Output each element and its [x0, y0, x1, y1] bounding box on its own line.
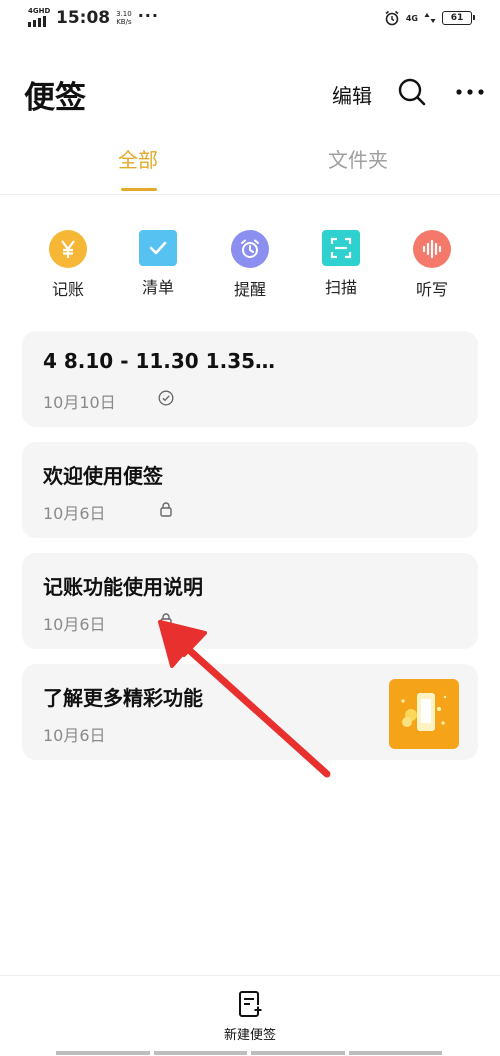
alarm-icon: [385, 10, 399, 26]
note-card[interactable]: 了解更多精彩功能 10月6日: [22, 664, 478, 760]
lock-icon: [160, 502, 172, 517]
note-title: 欢迎使用便签: [43, 464, 163, 488]
tab-folders[interactable]: 文件夹: [328, 144, 388, 173]
note-date: 10月10日: [43, 393, 116, 412]
network-speed-value: 3.10: [116, 10, 132, 18]
status-left: 4GHD 15:08 3.10 KB/s ···: [28, 5, 159, 28]
more-options-icon[interactable]: [454, 76, 486, 108]
mobile-data-arrows-icon: [424, 13, 436, 23]
quick-action-label: 提醒: [233, 280, 266, 299]
quick-action-label: 清单: [141, 278, 174, 297]
quick-action-label: 记账: [51, 280, 84, 299]
notification-more-icon: ···: [137, 5, 159, 25]
network-label: 4GHD: [28, 7, 51, 15]
note-title: 4 8.10 - 11.30 1.35…: [43, 349, 276, 373]
note-title: 记账功能使用说明: [43, 575, 203, 599]
quick-action-bookkeeping[interactable]: 记账: [28, 230, 108, 300]
note-title: 了解更多精彩功能: [43, 686, 203, 710]
alarm-clock-icon: [231, 230, 269, 268]
quick-action-label: 听写: [415, 280, 448, 299]
tab-all[interactable]: 全部: [118, 144, 158, 173]
bottom-bar: 新建便签: [0, 975, 500, 1056]
check-circle-icon: [158, 390, 174, 406]
checklist-icon: [139, 230, 177, 266]
home-indicator: [56, 1051, 442, 1055]
status-bar: 4GHD 15:08 3.10 KB/s ··· 4G 61: [0, 0, 500, 40]
status-time: 15:08: [56, 8, 111, 28]
edit-button[interactable]: 编辑: [332, 80, 372, 109]
quick-action-dictation[interactable]: 听写: [392, 230, 472, 300]
quick-action-reminder[interactable]: 提醒: [210, 230, 290, 300]
note-date: 10月6日: [43, 726, 106, 745]
battery-icon: 61: [442, 11, 475, 25]
signal-icon: 4GHD: [28, 7, 51, 27]
battery-level: 61: [450, 13, 464, 23]
active-tab-indicator: [121, 188, 157, 191]
search-icon[interactable]: [396, 76, 428, 108]
note-date: 10月6日: [43, 504, 106, 523]
promo-thumbnail: [389, 679, 459, 749]
app-header: 便签 编辑: [0, 68, 500, 118]
quick-actions: 记账 清单 提醒 扫描 听写: [0, 230, 500, 300]
new-note-button[interactable]: 新建便签: [210, 990, 290, 1043]
quick-action-label: 扫描: [324, 278, 357, 297]
new-note-label: 新建便签: [223, 1028, 276, 1043]
status-right: 4G 61: [384, 10, 475, 26]
tab-bar: 全部 文件夹: [0, 144, 500, 195]
yen-icon: [49, 230, 87, 268]
note-card[interactable]: 欢迎使用便签 10月6日: [22, 442, 478, 538]
page-title: 便签: [24, 80, 86, 116]
mobile-data-label: 4G: [405, 13, 418, 23]
network-speed: 3.10 KB/s: [116, 10, 132, 26]
note-card[interactable]: 4 8.10 - 11.30 1.35… 10月10日: [22, 331, 478, 427]
scan-icon: [322, 230, 360, 266]
new-note-icon: [239, 991, 262, 1017]
quick-action-checklist[interactable]: 清单: [118, 230, 198, 298]
note-card[interactable]: 记账功能使用说明 10月6日: [22, 553, 478, 649]
voice-wave-icon: [413, 230, 451, 268]
quick-action-scan[interactable]: 扫描: [301, 230, 381, 298]
lock-icon: [160, 613, 172, 628]
network-speed-unit: KB/s: [116, 18, 132, 26]
note-date: 10月6日: [43, 615, 106, 634]
